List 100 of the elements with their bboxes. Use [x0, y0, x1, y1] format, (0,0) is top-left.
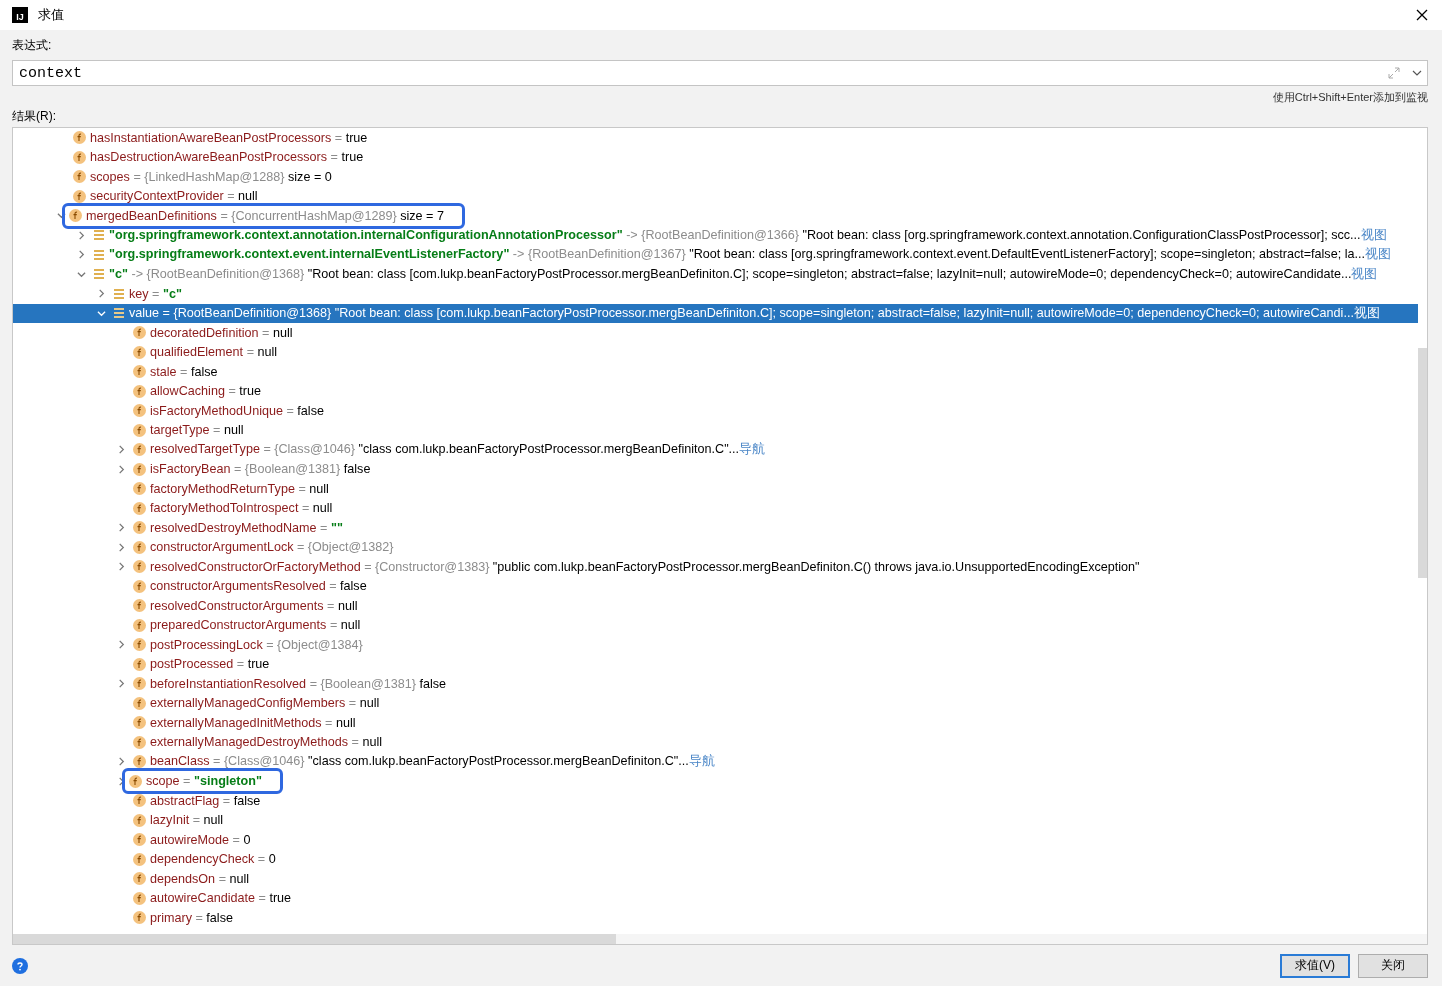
app-logo: IJ — [12, 7, 28, 23]
node-label: "org.springframework.context.event.internalEventListenerFactory" -> {RootBeanDefinition@1367} "Root bean: class [org.springframework.context.event.DefaultEventListenerFactory]; scope=singleton; abstract=false; la...视图 — [109, 246, 1391, 264]
field-icon — [73, 131, 86, 145]
tree-row[interactable]: beforeInstantiationResolved = {Boolean@1381} false — [13, 674, 1418, 694]
view-link[interactable]: 视图 — [1353, 305, 1380, 320]
field-icon — [133, 521, 146, 535]
field-icon — [133, 443, 146, 457]
view-link[interactable]: 视图 — [1364, 247, 1391, 262]
tree-row[interactable]: decoratedDefinition = null — [13, 323, 1418, 343]
node-label: primary = false — [150, 910, 233, 925]
entry-icon — [93, 229, 105, 242]
node-label: factoryMethodReturnType = null — [150, 481, 329, 496]
entry-icon — [93, 248, 105, 261]
expand-icon[interactable] — [1388, 67, 1400, 79]
node-label: allowCaching = true — [150, 384, 261, 399]
tree-row[interactable]: resolvedConstructorOrFactoryMethod = {Constructor@1383} "public com.lukp.beanFactoryPostProcessor.mergBeanDefiniton.C() throws java.io.UnsupportedEncodingException" — [13, 557, 1418, 577]
node-label: scope = "singleton" — [146, 774, 262, 789]
tree-row[interactable]: dependencyCheck = 0 — [13, 849, 1418, 869]
node-label: dependsOn = null — [150, 871, 250, 886]
field-icon — [133, 716, 146, 730]
expand-chevron-icon[interactable] — [116, 679, 126, 689]
field-icon — [133, 345, 146, 359]
node-label: isFactoryBean = {Boolean@1381} false — [150, 462, 371, 477]
tree-row[interactable]: preparedConstructorArguments = null — [13, 615, 1418, 635]
field-icon — [73, 170, 86, 184]
view-link[interactable]: 视图 — [1351, 266, 1378, 281]
tree-row[interactable]: scopes = {LinkedHashMap@1288} size = 0 — [13, 167, 1418, 187]
field-icon — [133, 696, 146, 710]
expression-label: 表达式: — [12, 36, 52, 54]
dialog-button[interactable]: 求值(V) — [1280, 953, 1350, 978]
tree-row[interactable]: securityContextProvider = null — [13, 186, 1418, 206]
tree-row[interactable]: constructorArgumentsResolved = false — [13, 576, 1418, 596]
tree-row[interactable]: postProcessed = true — [13, 654, 1418, 674]
node-label: resolvedConstructorOrFactoryMethod = {Constructor@1383} "public com.lukp.beanFactoryPostProcessor.mergBeanDefiniton.C() throws java.io.UnsupportedEncodingException" — [150, 559, 1140, 574]
tree-row[interactable]: externallyManagedInitMethods = null — [13, 713, 1418, 733]
tree-row[interactable]: isFactoryBean = {Boolean@1381} false — [13, 459, 1418, 479]
dialog-button[interactable]: 关闭 — [1358, 953, 1428, 978]
field-icon — [133, 501, 146, 515]
field-icon — [133, 599, 146, 613]
tree-row[interactable]: autowireCandidate = true — [13, 888, 1418, 908]
selected-tree-row[interactable] — [13, 303, 1418, 323]
tree-row[interactable]: resolvedDestroyMethodName = "" — [13, 518, 1418, 538]
expand-chevron-icon[interactable] — [116, 640, 126, 650]
tree-row[interactable]: scope = "singleton" — [13, 771, 1418, 791]
tree-row[interactable]: dependsOn = null — [13, 869, 1418, 889]
view-link[interactable]: 导航 — [688, 754, 715, 769]
field-icon — [133, 677, 146, 691]
tree-row[interactable]: factoryMethodReturnType = null — [13, 479, 1418, 499]
tree-row[interactable]: externallyManagedDestroyMethods = null — [13, 732, 1418, 752]
tree-row[interactable]: autowireMode = 0 — [13, 830, 1418, 850]
tree-row[interactable]: hasDestructionAwareBeanPostProcessors = true — [13, 147, 1418, 167]
field-icon — [133, 326, 146, 340]
node-label: key = "c" — [129, 286, 182, 301]
node-label: resolvedTargetType = {Class@1046} "class com.lukp.beanFactoryPostProcessor.mergBeanDefiniton.C"...导航 — [150, 441, 766, 459]
field-icon — [133, 638, 146, 652]
field-icon — [133, 852, 146, 866]
node-label: stale = false — [150, 364, 218, 379]
help-icon[interactable] — [12, 957, 28, 974]
vertical-scrollbar[interactable] — [1418, 348, 1427, 578]
field-icon — [133, 404, 146, 418]
tree-row[interactable]: factoryMethodToIntrospect = null — [13, 498, 1418, 518]
tree-row[interactable]: postProcessingLock = {Object@1384} — [13, 635, 1418, 655]
tree-row[interactable]: hasInstantiationAwareBeanPostProcessors = true — [13, 128, 1418, 148]
dropdown-caret-icon[interactable] — [1412, 68, 1422, 78]
tree-row[interactable]: lazyInit = null — [13, 810, 1418, 830]
horizontal-scrollbar[interactable] — [13, 934, 1427, 944]
tree-row[interactable]: stale = false — [13, 362, 1418, 382]
close-icon[interactable] — [1416, 9, 1428, 21]
tree-row[interactable]: beanClass = {Class@1046} "class com.lukp.beanFactoryPostProcessor.mergBeanDefiniton.C"...导航 — [13, 752, 1418, 772]
view-link[interactable]: 导航 — [739, 442, 766, 457]
window-title: 求值 — [38, 6, 65, 24]
node-label: constructorArgumentsResolved = false — [150, 579, 367, 594]
tree-row[interactable]: abstractFlag = false — [13, 791, 1418, 811]
view-link[interactable]: 视图 — [1360, 227, 1387, 242]
node-label: scopes = {LinkedHashMap@1288} size = 0 — [90, 169, 332, 184]
tree-row[interactable]: resolvedConstructorArguments = null — [13, 596, 1418, 616]
tree-row[interactable]: resolvedTargetType = {Class@1046} "class com.lukp.beanFactoryPostProcessor.mergBeanDefiniton.C"...导航 — [13, 440, 1418, 460]
tree-row[interactable]: constructorArgumentLock = {Object@1382} — [13, 537, 1418, 557]
node-label: hasInstantiationAwareBeanPostProcessors = true — [90, 130, 368, 145]
field-icon — [133, 813, 146, 827]
expression-field[interactable]: context — [12, 60, 1428, 86]
field-icon — [133, 735, 146, 749]
tree-row[interactable]: primary = false — [13, 908, 1418, 928]
tree-row[interactable]: externallyManagedConfigMembers = null — [13, 693, 1418, 713]
node-label: mergedBeanDefinitions = {ConcurrentHashMap@1289} size = 7 — [86, 208, 444, 223]
collapse-chevron-icon[interactable] — [76, 269, 86, 279]
tree-row[interactable]: qualifiedElement = null — [13, 342, 1418, 362]
collapse-chevron-icon[interactable] — [96, 308, 106, 318]
tree-row[interactable]: key = "c" — [13, 284, 1418, 304]
result-label: 结果(R): — [12, 108, 57, 125]
tree-row[interactable]: isFactoryMethodUnique = false — [13, 401, 1418, 421]
tree-row[interactable]: targetType = null — [13, 420, 1418, 440]
node-label: factoryMethodToIntrospect = null — [150, 501, 333, 516]
node-label: externallyManagedConfigMembers = null — [150, 696, 380, 711]
tree-row[interactable]: allowCaching = true — [13, 381, 1418, 401]
node-label: externallyManagedInitMethods = null — [150, 715, 356, 730]
node-label: constructorArgumentLock = {Object@1382} — [150, 540, 394, 555]
tree-row[interactable]: mergedBeanDefinitions = {ConcurrentHashMap@1289} size = 7 — [13, 206, 1418, 226]
expand-chevron-icon[interactable] — [96, 289, 106, 299]
node-label: dependencyCheck = 0 — [150, 852, 276, 867]
